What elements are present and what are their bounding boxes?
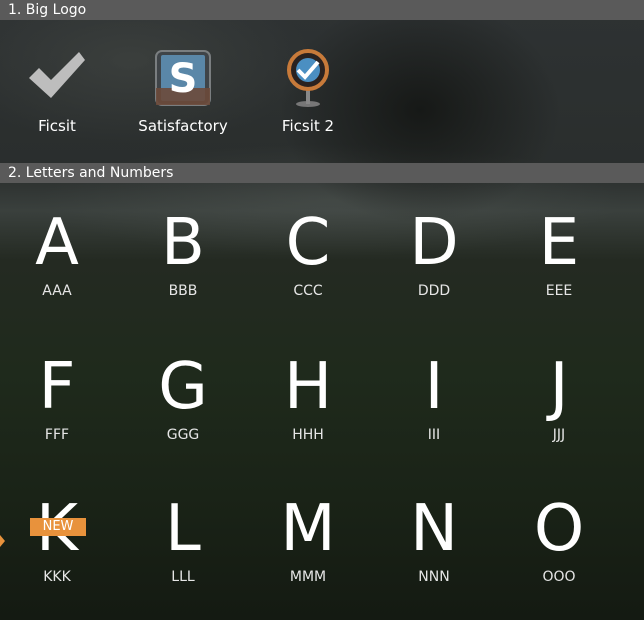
letter-label: BBB: [168, 283, 198, 299]
letter-label: AAA: [42, 283, 72, 299]
letter-glyph: H: [283, 350, 333, 424]
letter-item-k[interactable]: K KKK: [2, 491, 112, 585]
letter-label: CCC: [293, 283, 323, 299]
letter-glyph: D: [409, 206, 459, 280]
letter-glyph: E: [538, 206, 580, 280]
letter-item-g[interactable]: G GGG: [128, 349, 238, 443]
letter-label: NNN: [418, 569, 450, 585]
satisfactory-s-glyph: S: [169, 56, 198, 102]
letter-item-h[interactable]: H HHH: [253, 349, 363, 443]
letter-glyph: N: [410, 492, 458, 566]
letter-item-d[interactable]: D DDD: [379, 205, 489, 299]
selection-arrow-icon: [0, 535, 5, 547]
letter-item-o[interactable]: O OOO: [504, 491, 614, 585]
logo-item-ficsit[interactable]: Ficsit: [2, 48, 112, 135]
letter-label: OOO: [542, 569, 576, 585]
letter-label: MMM: [289, 569, 327, 585]
letter-item-b[interactable]: B BBB: [128, 205, 238, 299]
letter-label: EEE: [545, 283, 573, 299]
letter-glyph: J: [549, 350, 569, 424]
letter-item-i[interactable]: I III: [379, 349, 489, 443]
letter-label: DDD: [417, 283, 451, 299]
logo-item-ficsit-2[interactable]: Ficsit 2: [253, 48, 363, 135]
logo-label: Ficsit 2: [281, 117, 335, 135]
checkmark-icon: [27, 48, 87, 108]
new-badge: NEW: [30, 518, 86, 536]
letter-item-e[interactable]: E EEE: [504, 205, 614, 299]
letter-label: III: [427, 427, 441, 443]
letter-item-m[interactable]: M MMM: [253, 491, 363, 585]
letter-item-c[interactable]: C CCC: [253, 205, 363, 299]
letter-label: FFF: [44, 427, 70, 443]
letter-label: KKK: [43, 569, 71, 585]
letter-item-n[interactable]: N NNN: [379, 491, 489, 585]
satisfactory-s-icon: S: [153, 48, 213, 108]
letter-glyph: O: [533, 492, 585, 566]
logo-label: Satisfactory: [138, 117, 228, 135]
letter-item-a[interactable]: A AAA: [2, 205, 112, 299]
letter-glyph: F: [38, 350, 76, 424]
logo-label: Ficsit: [38, 117, 76, 135]
ficsit-globe-icon: [278, 48, 338, 108]
letter-glyph: M: [280, 492, 336, 566]
letter-glyph: A: [35, 206, 79, 280]
letter-item-j[interactable]: J JJJ: [504, 349, 614, 443]
letter-glyph: G: [158, 350, 208, 424]
letter-label: JJJ: [552, 427, 566, 443]
letter-item-f[interactable]: F FFF: [2, 349, 112, 443]
logo-item-satisfactory[interactable]: S Satisfactory: [128, 48, 238, 135]
letter-label: GGG: [166, 427, 200, 443]
letter-glyph: I: [424, 350, 444, 424]
letter-label: HHH: [292, 427, 324, 443]
section-header-big-logo: 1. Big Logo: [0, 0, 644, 20]
letter-item-l[interactable]: L LLL: [128, 491, 238, 585]
letter-glyph: C: [285, 206, 331, 280]
letter-glyph: L: [165, 492, 201, 566]
section-header-letters-numbers: 2. Letters and Numbers: [0, 163, 644, 183]
letter-glyph: B: [161, 206, 205, 280]
letter-label: LLL: [171, 569, 195, 585]
